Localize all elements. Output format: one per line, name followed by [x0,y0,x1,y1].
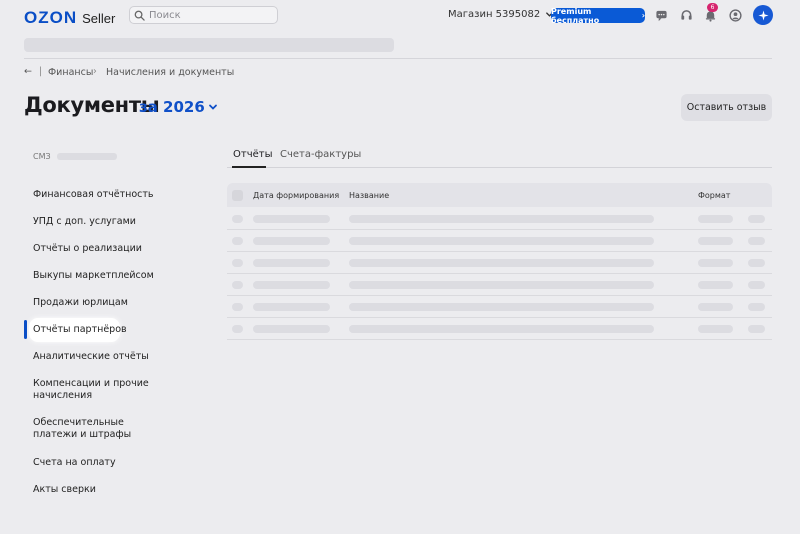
chevron-down-icon [208,104,217,110]
search-box[interactable] [129,6,278,24]
sidebar-item-reconciliation-acts[interactable]: Акты сверки [33,484,96,496]
sidebar-item-analytics-reports[interactable]: Аналитические отчёты [33,351,149,363]
support-headset-icon[interactable] [680,9,693,22]
sidebar-item-partner-reports[interactable]: Отчёты партнёров [33,324,127,336]
sidebar-item-security-payments[interactable]: Обеспечительные платежи и штрафы [33,417,163,441]
action-skeleton [748,325,765,333]
year-label: за 2026 [139,98,205,116]
profile-icon[interactable] [729,9,742,22]
search-input[interactable] [149,9,269,21]
chevron-right-icon: › [641,11,645,20]
breadcrumb-chevron-icon: › [93,66,97,77]
name-skeleton [349,259,654,267]
name-skeleton [349,237,654,245]
row-divider [227,273,772,274]
breadcrumb-finance[interactable]: Финансы [48,67,93,78]
row-checkbox-skeleton [232,325,243,333]
row-checkbox-skeleton [232,281,243,289]
name-skeleton [349,325,654,333]
row-checkbox-skeleton [232,215,243,223]
date-skeleton [253,215,330,223]
tabs-divider [227,167,772,168]
sidebar-item-compensations[interactable]: Компенсации и прочие начисления [33,378,153,402]
name-skeleton [349,303,654,311]
notifications-badge: 6 [707,3,718,12]
active-tab-underline [232,166,266,168]
action-skeleton [748,303,765,311]
tab-invoices[interactable]: Счета-фактуры [280,149,361,160]
row-divider [227,229,772,230]
loading-skeleton-bar [24,38,394,52]
sidebar-item-financial-statements[interactable]: Финансовая отчётность [33,189,154,201]
sidebar-item-marketplace-buyouts[interactable]: Выкупы маркетплейсом [33,270,154,282]
action-skeleton [748,215,765,223]
row-divider [227,251,772,252]
premium-label: Premium бесплатно [551,6,600,25]
select-all-checkbox[interactable] [232,190,243,201]
premium-button[interactable]: Premium бесплатно › [551,6,645,25]
row-checkbox-skeleton [232,259,243,267]
date-skeleton [253,303,330,311]
name-skeleton [349,215,654,223]
format-skeleton [698,215,733,223]
logo-seller-text: Seller [82,11,116,26]
back-arrow-icon[interactable]: ← [24,66,32,77]
column-header-name[interactable]: Название [349,191,389,200]
avatar[interactable] [753,5,773,25]
column-header-format[interactable]: Формат [698,191,730,200]
date-skeleton [253,259,330,267]
column-header-date[interactable]: Дата формирования [253,191,339,200]
sidebar-item-sales-reports[interactable]: Отчёты о реализации [33,243,142,255]
format-skeleton [698,303,733,311]
search-icon [134,10,145,21]
year-selector[interactable]: за 2026 [139,98,218,116]
format-skeleton [698,325,733,333]
sidebar-item-legal-entity-sales[interactable]: Продажи юрлицам [33,297,128,309]
row-divider [227,295,772,296]
sidebar-item-upd[interactable]: УПД с доп. услугами [33,216,136,228]
date-skeleton [253,281,330,289]
format-skeleton [698,281,733,289]
sparkle-icon [757,9,769,21]
row-divider [227,339,772,340]
sidebar-item-invoices-to-pay[interactable]: Счета на оплату [33,457,116,469]
action-skeleton [748,281,765,289]
loading-skeleton-bar [57,153,118,160]
action-skeleton [748,237,765,245]
ozon-seller-logo[interactable]: OZON Seller [24,8,115,28]
breadcrumb-divider: | [39,66,43,77]
leave-feedback-button[interactable]: Оставить отзыв [681,94,772,121]
divider [24,58,772,59]
sidebar-caption: СМЗ [33,152,118,161]
date-skeleton [253,237,330,245]
store-selector[interactable]: Магазин 5395082 [448,9,554,20]
row-divider [227,317,772,318]
tab-reports[interactable]: Отчёты [233,149,272,160]
chat-icon[interactable] [655,9,668,22]
format-skeleton [698,259,733,267]
active-item-indicator [24,320,27,339]
name-skeleton [349,281,654,289]
row-checkbox-skeleton [232,303,243,311]
store-label: Магазин 5395082 [448,9,541,20]
row-checkbox-skeleton [232,237,243,245]
format-skeleton [698,237,733,245]
action-skeleton [748,259,765,267]
logo-ozon-text: OZON [24,8,78,27]
breadcrumb-accruals[interactable]: Начисления и документы [106,67,234,78]
date-skeleton [253,325,330,333]
